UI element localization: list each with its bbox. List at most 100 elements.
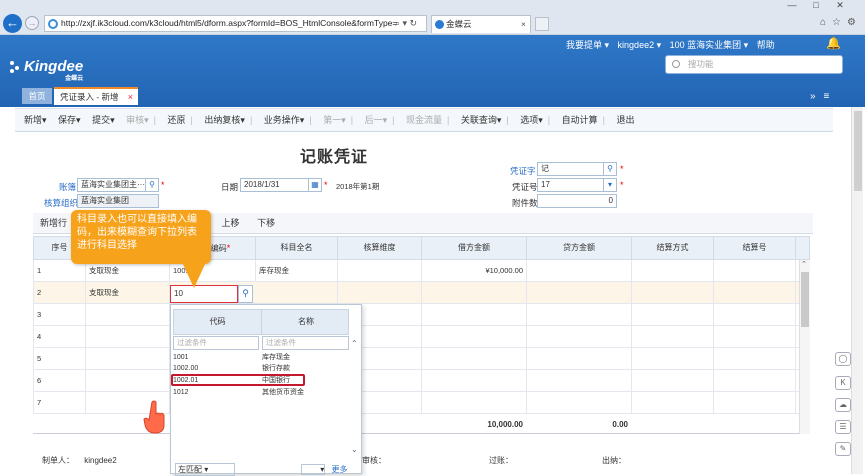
maximize-button[interactable]: □ bbox=[804, 0, 828, 10]
account-dropdown: 代码 名称 过滤条件 过滤条件 1001 库存现金 1002.00 银行存款 100… bbox=[170, 304, 362, 476]
tab-close-icon[interactable]: × bbox=[128, 89, 133, 106]
cell-seq: 6 bbox=[34, 370, 86, 391]
user-menu[interactable]: kingdee2 ▾ bbox=[618, 40, 662, 50]
submit-button[interactable]: 提交▾ bbox=[83, 109, 115, 131]
cell-settle-method[interactable] bbox=[632, 260, 714, 281]
callout-tail bbox=[182, 262, 206, 288]
more-link[interactable]: 更多 bbox=[331, 465, 347, 474]
account-book-search-icon[interactable]: ⚲ bbox=[145, 179, 158, 191]
browser-favorite-icons[interactable]: ⌂☆⚙ bbox=[820, 17, 862, 28]
table-row[interactable]: 5 bbox=[33, 348, 810, 370]
add-row-button[interactable]: 新增行 bbox=[33, 213, 67, 233]
cell-credit[interactable] bbox=[527, 282, 632, 303]
page-scrollbar[interactable] bbox=[851, 107, 863, 474]
col-settle-no: 结算号 bbox=[714, 237, 796, 259]
window-controls: — □ ✕ bbox=[780, 0, 865, 14]
save-button[interactable]: 保存▾ bbox=[49, 109, 81, 131]
database-icon[interactable]: ☰ bbox=[835, 420, 851, 434]
total-credit: 0.00 bbox=[612, 420, 628, 429]
voucher-word-search-icon[interactable]: ⚲ bbox=[603, 163, 616, 175]
suggest-menu[interactable]: 我要提单 ▾ bbox=[566, 40, 609, 50]
new-tab-button[interactable] bbox=[535, 17, 549, 31]
business-ops-button[interactable]: 业务操作▾ bbox=[255, 109, 305, 131]
date-field[interactable]: 2018/1/31 ▦ bbox=[240, 178, 322, 192]
tab-voucher-label: 凭证录入 - 新增 bbox=[60, 92, 119, 102]
toolbar: 新增▾ 保存▾ 提交▾ 审核▾ | 还原 | 出纳复核▾ | 业务操作▾ | 第一▾ | … bbox=[15, 108, 833, 132]
logo-dots-icon bbox=[10, 61, 22, 73]
tab-controls-icon[interactable]: »≡ bbox=[810, 91, 837, 102]
cell-dimension[interactable] bbox=[338, 260, 422, 281]
minimize-button[interactable]: — bbox=[780, 0, 804, 10]
back-button[interactable]: ← bbox=[3, 14, 22, 33]
audit-label: 审核： bbox=[362, 456, 386, 465]
dropdown-scrollbar[interactable]: ⌃ ⌄ bbox=[351, 337, 361, 457]
cashflow-button[interactable]: 现金流量 bbox=[397, 109, 442, 131]
table-row[interactable]: 2 支取现金 bbox=[33, 282, 810, 304]
maker-value: kingdee2 bbox=[84, 456, 117, 465]
feature-search-input[interactable]: 搜功能 bbox=[665, 55, 843, 74]
auto-calc-button[interactable]: 自动计算 bbox=[553, 109, 598, 131]
cell-credit[interactable] bbox=[527, 260, 632, 281]
exit-button[interactable]: 退出 bbox=[608, 109, 635, 131]
attachments-field[interactable]: 0 bbox=[537, 194, 617, 208]
filter-code-input[interactable]: 过滤条件 bbox=[173, 336, 259, 350]
help-link[interactable]: 帮助 bbox=[757, 40, 775, 50]
restore-button[interactable]: 还原 bbox=[159, 109, 186, 131]
calendar-icon[interactable]: ▦ bbox=[308, 179, 321, 191]
cell-seq: 5 bbox=[34, 348, 86, 369]
cashier-review-button[interactable]: 出纳复核▾ bbox=[195, 109, 245, 131]
date-value: 2018/1/31 bbox=[244, 180, 280, 189]
account-search-icon[interactable]: ⚲ bbox=[238, 285, 253, 303]
browser-tab-title: 金蝶云 bbox=[446, 19, 472, 29]
close-window-button[interactable]: ✕ bbox=[828, 0, 852, 11]
address-bar-icons[interactable]: ⌕ ▾ ↻ bbox=[395, 15, 417, 32]
table-row[interactable]: 3 bbox=[33, 304, 810, 326]
tab-home[interactable]: 首页 bbox=[22, 88, 52, 104]
cell-full-name: 库存现金 bbox=[256, 260, 338, 281]
cell-seq: 2 bbox=[34, 282, 86, 303]
cell-debit[interactable]: ¥10,000.00 bbox=[422, 260, 527, 281]
table-row[interactable]: 6 bbox=[33, 370, 810, 392]
chat-icon[interactable]: ◯ bbox=[835, 352, 851, 366]
options-button[interactable]: 选项▾ bbox=[511, 109, 543, 131]
cell-dimension[interactable] bbox=[338, 282, 422, 303]
move-down-button[interactable]: 下移 bbox=[242, 213, 275, 233]
col-debit: 借方金额 bbox=[422, 237, 527, 259]
first-button[interactable]: 第一▾ bbox=[314, 109, 346, 131]
chevron-down-icon[interactable]: ▾ bbox=[603, 179, 616, 191]
voucher-no-field[interactable]: 17 ▾ bbox=[537, 178, 617, 192]
dropdown-col-code: 代码 bbox=[174, 310, 262, 334]
feature-search-placeholder: 搜功能 bbox=[688, 59, 714, 69]
cell-debit[interactable] bbox=[422, 282, 527, 303]
account-book-value: 蓝海实业集团主··· bbox=[81, 180, 145, 189]
bell-icon[interactable]: 🔔 bbox=[826, 36, 841, 50]
cell-settle-no[interactable] bbox=[714, 282, 796, 303]
related-query-button[interactable]: 关联查询▾ bbox=[452, 109, 502, 131]
period-text: 2018年第1期 bbox=[336, 182, 380, 191]
new-button[interactable]: 新增▾ bbox=[15, 109, 47, 131]
ie-icon bbox=[48, 19, 58, 29]
edit-icon[interactable]: ✎ bbox=[835, 442, 851, 456]
audit-button[interactable]: 审核▾ bbox=[117, 109, 149, 131]
browser-tab-close-icon[interactable]: × bbox=[521, 16, 526, 33]
cell-settle-no[interactable] bbox=[714, 260, 796, 281]
filter-name-input[interactable]: 过滤条件 bbox=[262, 336, 349, 350]
account-book-field[interactable]: 蓝海实业集团主··· ⚲ bbox=[77, 178, 159, 192]
list-item[interactable]: 1012 其他货币资金 bbox=[173, 387, 349, 399]
browser-tab[interactable]: 金蝶云 × bbox=[431, 15, 531, 33]
cell-settle-method[interactable] bbox=[632, 282, 714, 303]
voucher-footer: 制单人： kingdee2 审核： 过账： 出纳： bbox=[42, 455, 742, 466]
tab-voucher-entry[interactable]: 凭证录入 - 新增 × bbox=[54, 87, 138, 105]
org-menu[interactable]: 100 蓝海实业集团 ▾ bbox=[670, 40, 749, 50]
grid-scrollbar[interactable]: ⌃ bbox=[799, 260, 810, 434]
address-bar[interactable]: http://zxjf.ik3cloud.com/k3cloud/html5/d… bbox=[44, 15, 427, 32]
table-row[interactable]: 4 bbox=[33, 326, 810, 348]
voucher-word-label: 凭证字 bbox=[510, 166, 536, 176]
kingdee-k-icon[interactable]: K bbox=[835, 376, 851, 390]
voucher-word-field[interactable]: 记 ⚲ bbox=[537, 162, 617, 176]
cloud-icon[interactable]: ☁ bbox=[835, 398, 851, 412]
forward-button[interactable]: → bbox=[25, 16, 39, 30]
cell-summary[interactable]: 支取现金 bbox=[86, 282, 170, 303]
accounting-org-label: 核算组织 bbox=[44, 198, 79, 208]
next-button[interactable]: 后一▾ bbox=[356, 109, 388, 131]
